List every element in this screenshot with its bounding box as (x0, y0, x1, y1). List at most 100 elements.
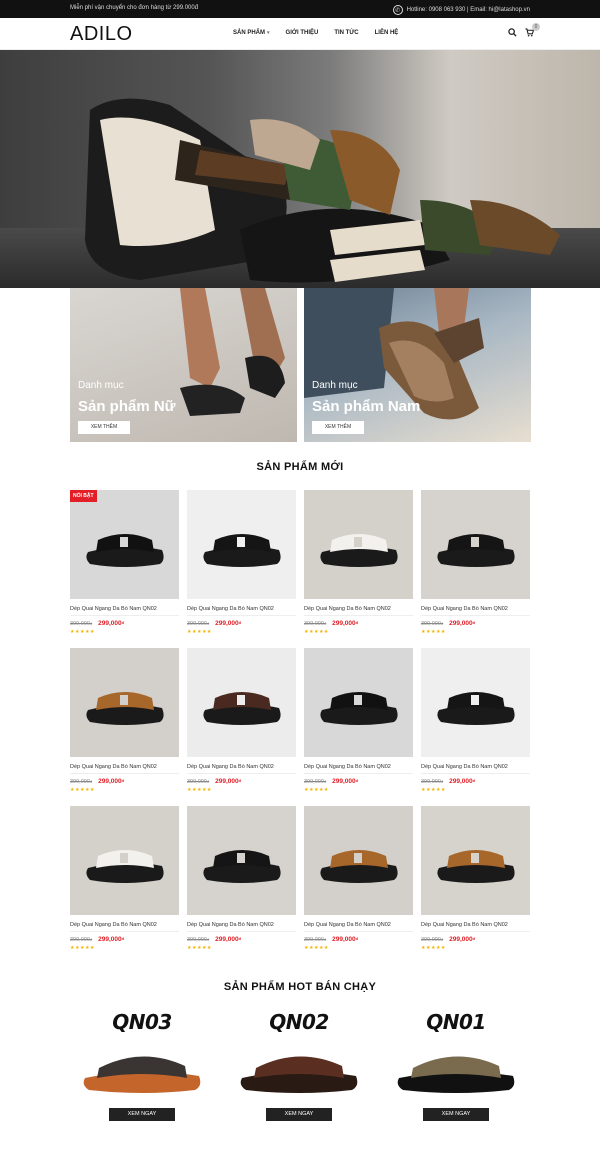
old-price-value: 399,000 (70, 779, 90, 785)
see-more-button[interactable]: XEM THÊM (78, 421, 130, 434)
product-image[interactable] (421, 806, 530, 915)
product-card[interactable]: Dép Quai Ngang Da Bò Nam QN02 399,000 đ 299… (187, 648, 296, 806)
sale-price-value: 299,000 (449, 620, 473, 627)
currency-symbol: đ (238, 620, 242, 625)
product-card[interactable]: NỔI BẬT Dép Quai Ngang Da Bò Nam QN02 399,… (70, 490, 179, 648)
hot-product-card[interactable]: QN02 XEM NGAY (234, 1010, 364, 1125)
cart-count-badge: 0 (532, 23, 540, 31)
contact-text[interactable]: Hotline: 0908 063 930 | Email: hi@latash… (407, 7, 530, 13)
rating-stars: ★★★★★ (421, 629, 446, 635)
sandal-icon (86, 534, 164, 567)
category-banner-women[interactable]: Danh mục Sản phẩm Nữ XEM THÊM (70, 288, 297, 442)
product-name[interactable]: Dép Quai Ngang Da Bò Nam QN02 (304, 764, 413, 770)
old-price-value: 399,000 (304, 937, 324, 943)
nav-item-contact[interactable]: LIÊN HỆ (375, 30, 399, 36)
product-image[interactable] (70, 648, 179, 757)
featured-badge: NỔI BẬT (70, 490, 97, 502)
sale-price: 299,000đ (332, 620, 358, 627)
product-card[interactable]: Dép Quai Ngang Da Bò Nam QN02 399,000đ 299… (70, 648, 179, 806)
hot-product-card[interactable]: QN03 XEM NGAY (77, 1010, 207, 1125)
view-now-button[interactable]: XEM NGAY (423, 1108, 489, 1121)
sale-price: 299,000đ (449, 936, 475, 943)
product-image[interactable] (70, 806, 179, 915)
hero-banner (0, 50, 600, 288)
sale-price-value: 299,000 (98, 936, 122, 943)
product-image[interactable]: NỔI BẬT (70, 490, 179, 599)
old-price-value: 399,000 (70, 621, 90, 627)
old-price-value: 399,000 (187, 779, 207, 785)
see-more-button[interactable]: XEM THÊM (312, 421, 364, 434)
product-name[interactable]: Dép Quai Ngang Da Bò Nam QN02 (304, 606, 413, 612)
category-label: Danh mục (78, 380, 124, 391)
product-prices: 399,000đ 299,000đ (187, 620, 296, 627)
currency-symbol: đ (355, 620, 359, 625)
currency-symbol: đ (238, 778, 242, 783)
product-card[interactable]: Dép Quai Ngang Da Bò Nam QN02 399,000đ 299… (304, 490, 413, 648)
rating-stars: ★★★★★ (421, 945, 446, 951)
sandal-icon (437, 534, 515, 567)
product-image[interactable] (187, 806, 296, 915)
rating-stars: ★★★★★ (70, 945, 95, 951)
product-card[interactable]: Dép Quai Ngang Da Bò Nam QN02 399,000đ 299… (187, 490, 296, 648)
currency-symbol: đ (355, 936, 359, 941)
currency-symbol: đ (323, 621, 327, 626)
site-logo[interactable]: ADILO (70, 23, 133, 46)
sale-price: 299,000đ (332, 778, 358, 785)
site-header: ADILO SẢN PHẨM ▾ GIỚI THIỆU TIN TỨC LIÊN … (0, 18, 600, 50)
product-image[interactable] (421, 490, 530, 599)
view-now-button[interactable]: XEM NGAY (266, 1108, 332, 1121)
old-price: 399,000đ (70, 621, 92, 627)
rating-stars: ★★★★★ (187, 787, 212, 793)
hot-product-card[interactable]: QN01 XEM NGAY (391, 1010, 521, 1125)
sale-price-value: 299,000 (332, 778, 356, 785)
product-image[interactable] (187, 648, 296, 757)
sandal-icon (437, 692, 515, 725)
product-name[interactable]: Dép Quai Ngang Da Bò Nam QN02 (187, 606, 296, 612)
product-name[interactable]: Dép Quai Ngang Da Bò Nam QN02 (70, 606, 179, 612)
product-card[interactable]: Dép Quai Ngang Da Bò Nam QN02 399,000đ 299… (421, 806, 530, 964)
view-now-button[interactable]: XEM NGAY (109, 1108, 175, 1121)
product-image[interactable] (421, 648, 530, 757)
currency-symbol: đ (355, 778, 359, 783)
product-image[interactable] (304, 490, 413, 599)
product-name[interactable]: Dép Quai Ngang Da Bò Nam QN02 (421, 922, 530, 928)
product-card[interactable]: Dép Quai Ngang Da Bò Nam QN02 399,000đ 299… (421, 648, 530, 806)
rating-stars: ★★★★★ (70, 629, 95, 635)
product-card[interactable]: Dép Quai Ngang Da Bò Nam QN02 399,000đ 299… (70, 806, 179, 964)
product-name[interactable]: Dép Quai Ngang Da Bò Nam QN02 (421, 764, 530, 770)
nav-item-news[interactable]: TIN TỨC (334, 30, 358, 36)
product-name[interactable]: Dép Quai Ngang Da Bò Nam QN02 (304, 922, 413, 928)
divider (421, 773, 530, 774)
product-prices: 399,000đ 299,000đ (70, 936, 179, 943)
rating-stars: ★★★★★ (304, 945, 329, 951)
product-name[interactable]: Dép Quai Ngang Da Bò Nam QN02 (187, 922, 296, 928)
product-image[interactable] (304, 806, 413, 915)
product-name[interactable]: Dép Quai Ngang Da Bò Nam QN02 (70, 764, 179, 770)
divider (421, 931, 530, 932)
product-name[interactable]: Dép Quai Ngang Da Bò Nam QN02 (70, 922, 179, 928)
sandal-icon (320, 534, 398, 567)
hot-product-code: QN03 (112, 1010, 172, 1034)
product-card[interactable]: Dép Quai Ngang Da Bò Nam QN02 399,000đ 299… (304, 806, 413, 964)
divider (187, 773, 296, 774)
nav-item-label: SẢN PHẨM (233, 30, 266, 36)
divider (70, 931, 179, 932)
category-banner-men[interactable]: Danh mục Sản phẩm Nam XEM THÊM (304, 288, 531, 442)
currency-symbol: đ (472, 620, 476, 625)
product-card[interactable]: Dép Quai Ngang Da Bò Nam QN02 399,000đ 299… (187, 806, 296, 964)
product-card[interactable]: Dép Quai Ngang Da Bò Nam QN02 399,000đ 299… (304, 648, 413, 806)
product-image[interactable] (304, 648, 413, 757)
category-title: Sản phẩm Nam (312, 398, 421, 415)
old-price: 399,000đ (187, 621, 209, 627)
sale-price: 299,000đ (215, 778, 241, 785)
nav-item-about[interactable]: GIỚI THIỆU (286, 30, 319, 36)
product-image[interactable] (187, 490, 296, 599)
search-icon[interactable] (508, 28, 517, 37)
shipping-notice: Miễn phí vận chuyển cho đơn hàng từ 299.… (70, 5, 199, 11)
product-card[interactable]: Dép Quai Ngang Da Bò Nam QN02 399,000đ 299… (421, 490, 530, 648)
sandal-icon (203, 692, 281, 725)
nav-item-products[interactable]: SẢN PHẨM ▾ (233, 30, 270, 36)
product-name[interactable]: Dép Quai Ngang Da Bò Nam QN02 (187, 764, 296, 770)
cart-button[interactable]: 0 (525, 23, 540, 39)
product-name[interactable]: Dép Quai Ngang Da Bò Nam QN02 (421, 606, 530, 612)
